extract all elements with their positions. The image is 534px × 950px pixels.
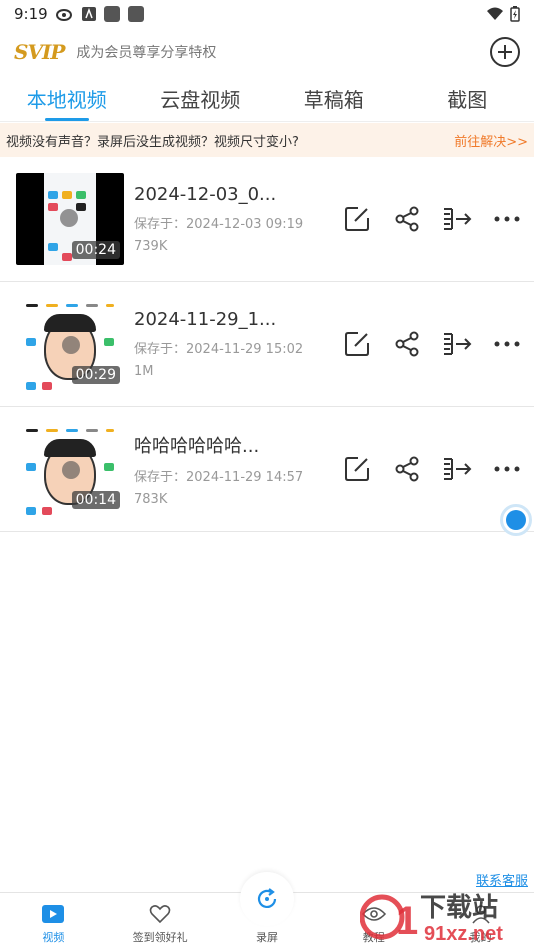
- edit-button[interactable]: [342, 204, 372, 234]
- share-icon: [395, 456, 419, 482]
- tab-screenshots[interactable]: 截图: [401, 76, 534, 121]
- status-bar: 9:19: [0, 0, 534, 28]
- video-duration: 00:24: [71, 241, 120, 259]
- edit-button[interactable]: [342, 454, 372, 484]
- font-app-icon: [81, 7, 96, 21]
- video-saved-time: 保存于：2024-12-03 09:19: [134, 217, 304, 232]
- app-header: SVIP 成为会员尊享分享特权: [0, 28, 534, 76]
- video-list: 00:24 2024-12-03_0... 保存于：2024-12-03 09:…: [0, 157, 534, 532]
- tab-drafts[interactable]: 草稿箱: [267, 76, 401, 121]
- tab-cloud-videos[interactable]: 云盘视频: [134, 76, 268, 121]
- list-item[interactable]: 00:14 哈哈哈哈哈哈... 保存于：2024-11-29 14:57 783…: [0, 407, 534, 532]
- share-icon: [395, 206, 419, 232]
- notification-app-icon: [127, 6, 144, 22]
- export-icon: [444, 458, 472, 480]
- svip-logo[interactable]: SVIP: [14, 40, 65, 64]
- watermark-domain: 91xz.net: [424, 923, 503, 945]
- export-icon: [444, 333, 472, 355]
- share-button[interactable]: [392, 204, 422, 234]
- video-saved-time: 保存于：2024-11-29 15:02: [134, 342, 304, 357]
- share-icon: [395, 331, 419, 357]
- notice-solve-link[interactable]: 前往解决>>: [454, 131, 528, 150]
- more-button[interactable]: [492, 454, 522, 484]
- video-thumbnail[interactable]: 00:14: [16, 423, 124, 515]
- weibo-icon: [55, 9, 72, 21]
- battery-icon: [510, 6, 520, 22]
- tab-local-videos[interactable]: 本地视频: [0, 76, 134, 121]
- video-saved-time: 保存于：2024-11-29 14:57: [134, 469, 304, 485]
- more-button[interactable]: [492, 329, 522, 359]
- share-button[interactable]: [392, 454, 422, 484]
- export-button[interactable]: [442, 454, 472, 484]
- more-icon: [494, 341, 520, 347]
- watermark-main: 下载站: [420, 893, 498, 923]
- video-tabs: 本地视频 云盘视频 草稿箱 截图: [0, 76, 534, 122]
- contact-support-link[interactable]: 联系客服: [476, 870, 528, 889]
- export-button[interactable]: [442, 204, 472, 234]
- nav-videos[interactable]: 视频: [0, 893, 107, 950]
- export-button[interactable]: [442, 329, 472, 359]
- nav-label: 签到领好礼: [132, 931, 188, 944]
- video-file-size: 783K: [134, 491, 168, 507]
- video-duration: 00:29: [71, 366, 120, 384]
- edit-icon: [345, 207, 369, 231]
- list-item[interactable]: 00:29 2024-11-29_1... 保存于：2024-11-29 15:…: [0, 282, 534, 407]
- status-time: 9:19: [14, 5, 48, 23]
- record-dot-icon: [506, 510, 526, 530]
- floating-record-ball[interactable]: [500, 504, 532, 536]
- svg-text:1: 1: [396, 899, 418, 943]
- video-title: 2024-12-03_0...: [134, 184, 277, 205]
- video-thumbnail[interactable]: 00:29: [16, 298, 124, 390]
- more-icon: [494, 466, 520, 472]
- add-button[interactable]: [490, 37, 520, 67]
- edit-icon: [345, 332, 369, 356]
- video-title: 2024-11-29_1...: [134, 309, 277, 330]
- record-refresh-icon: [257, 888, 277, 908]
- video-thumbnail[interactable]: 00:24: [16, 173, 124, 265]
- edit-button[interactable]: [342, 329, 372, 359]
- notice-text: 视频没有声音？录屏后没生成视频？视频尺寸变小?: [6, 134, 299, 150]
- site-watermark: 1 下载站 91xz.net: [360, 893, 503, 945]
- video-file-size: 1M: [134, 364, 154, 379]
- list-item[interactable]: 00:24 2024-12-03_0... 保存于：2024-12-03 09:…: [0, 157, 534, 282]
- edit-icon: [345, 457, 369, 481]
- export-icon: [444, 208, 472, 230]
- plus-icon: [498, 45, 512, 59]
- nav-label: 录屏: [255, 931, 278, 944]
- more-icon: [494, 216, 520, 222]
- video-title: 哈哈哈哈哈哈...: [134, 435, 260, 457]
- video-file-size: 739K: [134, 239, 168, 254]
- video-duration: 00:14: [71, 491, 120, 509]
- nav-label: 视频: [42, 931, 65, 944]
- nav-checkin-gift[interactable]: 签到领好礼: [107, 893, 214, 950]
- svip-promo-text[interactable]: 成为会员尊享分享特权: [76, 42, 216, 62]
- video-play-icon: [42, 905, 65, 923]
- notification-app-icon: [103, 6, 120, 22]
- more-button[interactable]: [492, 204, 522, 234]
- wifi-icon: [487, 7, 503, 20]
- share-button[interactable]: [392, 329, 422, 359]
- help-notice-bar: 视频没有声音？录屏后没生成视频？视频尺寸变小? 前往解决>>: [0, 123, 534, 157]
- heart-icon: [149, 905, 171, 924]
- record-center-button[interactable]: [240, 872, 294, 926]
